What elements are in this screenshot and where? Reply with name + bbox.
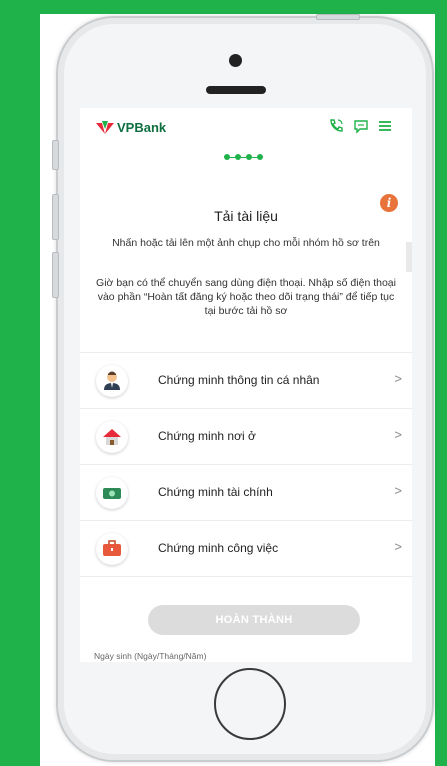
briefcase-icon xyxy=(96,533,128,565)
chevron-right-icon: > xyxy=(394,371,402,386)
app-header: VPBank xyxy=(80,108,412,148)
person-icon xyxy=(96,365,128,397)
vpbank-logo[interactable]: VPBank xyxy=(96,120,166,135)
chat-icon[interactable] xyxy=(352,118,370,136)
earpiece-speaker xyxy=(206,86,266,94)
step-dot xyxy=(257,154,263,160)
mute-switch xyxy=(52,140,59,170)
upload-instruction: Nhấn hoặc tải lên một ảnh chụp cho mỗi n… xyxy=(112,237,380,249)
document-label: Chứng minh công việc xyxy=(158,541,279,555)
power-button xyxy=(316,14,360,20)
scrollbar[interactable] xyxy=(406,242,412,272)
phone-screen: VPBank i Tải tài liệu Nhấn hoặc tải lên … xyxy=(80,108,412,662)
document-row-residence[interactable]: Chứng minh nơi ở > xyxy=(80,408,412,464)
volume-down-button xyxy=(52,252,59,298)
background-right xyxy=(435,0,447,766)
background-top xyxy=(0,0,447,14)
finish-button[interactable]: HOÀN THÀNH xyxy=(148,605,360,635)
document-row-financial[interactable]: Chứng minh tài chính > xyxy=(80,464,412,520)
page-title: Tải tài liệu xyxy=(214,208,278,224)
volume-up-button xyxy=(52,194,59,240)
document-label: Chứng minh tài chính xyxy=(158,485,273,499)
document-list: Chứng minh thông tin cá nhân > Chứng min… xyxy=(80,352,412,577)
house-icon xyxy=(96,421,128,453)
switch-device-note: Giờ bạn có thể chuyển sang dùng điện tho… xyxy=(96,277,396,317)
document-label: Chứng minh thông tin cá nhân xyxy=(158,373,320,387)
chevron-right-icon: > xyxy=(394,483,402,498)
home-button[interactable] xyxy=(214,668,286,740)
phone-icon[interactable] xyxy=(327,118,345,136)
background-left xyxy=(0,0,40,766)
front-camera xyxy=(229,54,242,67)
brand-name: VPBank xyxy=(117,120,167,135)
money-icon xyxy=(96,477,128,509)
date-of-birth-label: Ngày sinh (Ngày/Tháng/Năm) xyxy=(94,651,207,661)
progress-steps xyxy=(224,154,263,160)
document-label: Chứng minh nơi ở xyxy=(158,429,256,443)
document-row-personal-info[interactable]: Chứng minh thông tin cá nhân > xyxy=(80,352,412,408)
chevron-right-icon: > xyxy=(394,539,402,554)
vpbank-logo-mark xyxy=(96,120,114,134)
document-row-employment[interactable]: Chứng minh công việc > xyxy=(80,520,412,577)
menu-icon[interactable] xyxy=(376,118,394,136)
chevron-right-icon: > xyxy=(394,427,402,442)
